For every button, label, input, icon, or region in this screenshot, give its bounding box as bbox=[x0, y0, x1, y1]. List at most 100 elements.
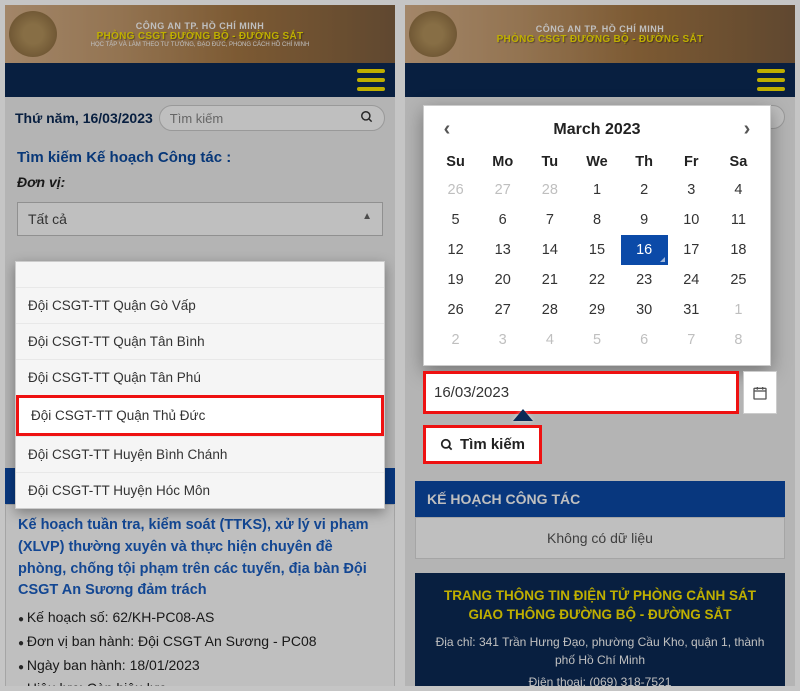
calendar-day[interactable]: 3 bbox=[479, 325, 526, 355]
calendar-day[interactable]: 5 bbox=[432, 205, 479, 235]
calendar-day[interactable]: 31 bbox=[668, 295, 715, 325]
calendar-day[interactable]: 29 bbox=[573, 295, 620, 325]
select-value: Tất cả bbox=[28, 211, 67, 227]
calendar-day[interactable]: 19 bbox=[432, 265, 479, 295]
unit-select[interactable]: Tất cả ▲ bbox=[17, 202, 383, 236]
plan-card: Kế hoạch tuần tra, kiểm soát (TTKS), xử … bbox=[5, 504, 395, 686]
search-submit-button[interactable]: Tìm kiếm bbox=[423, 425, 542, 464]
footer-title-2: GIAO THÔNG ĐƯỜNG BỘ - ĐƯỜNG SẮT bbox=[433, 606, 767, 625]
calendar-day[interactable]: 4 bbox=[526, 325, 573, 355]
plan-date: Ngày ban hành: 18/01/2023 bbox=[18, 654, 382, 678]
panel-header: KẾ HOẠCH CÔNG TÁC bbox=[415, 481, 785, 517]
list-item[interactable]: Đội CSGT-TT Quận Gò Vấp bbox=[16, 287, 384, 323]
banner-dept: PHÒNG CSGT ĐƯỜNG BỘ - ĐƯỜNG SẮT bbox=[91, 31, 310, 42]
calendar-day[interactable]: 2 bbox=[432, 325, 479, 355]
calendar-day[interactable]: 4 bbox=[715, 175, 762, 205]
calendar-day[interactable]: 18 bbox=[715, 235, 762, 265]
list-item[interactable]: Đội CSGT-TT Huyện Bình Chánh bbox=[16, 436, 384, 472]
calendar-dow: Fr bbox=[668, 149, 715, 175]
unit-label: Đơn vị: bbox=[5, 172, 395, 196]
banner: CÔNG AN TP. HỒ CHÍ MINH PHÒNG CSGT ĐƯỜNG… bbox=[5, 5, 395, 63]
calendar-day[interactable]: 1 bbox=[573, 175, 620, 205]
calendar-day[interactable]: 10 bbox=[668, 205, 715, 235]
calendar-dow: Su bbox=[432, 149, 479, 175]
calendar-day[interactable]: 16 bbox=[621, 235, 668, 265]
calendar-day[interactable]: 24 bbox=[668, 265, 715, 295]
calendar-day[interactable]: 7 bbox=[526, 205, 573, 235]
current-date: Thứ năm, 16/03/2023 bbox=[15, 110, 153, 126]
list-item[interactable]: Đội CSGT-TT Quận Thủ Đức bbox=[16, 395, 384, 436]
cursor-pointer-icon bbox=[513, 409, 533, 421]
banner: CÔNG AN TP. HỒ CHÍ MINH PHÒNG CSGT ĐƯỜNG… bbox=[405, 5, 795, 63]
calendar-prev-button[interactable]: ‹ bbox=[436, 118, 458, 141]
calendar-day[interactable]: 5 bbox=[573, 325, 620, 355]
calendar-dow: Sa bbox=[715, 149, 762, 175]
calendar-day[interactable]: 8 bbox=[573, 205, 620, 235]
date-input[interactable]: 16/03/2023 bbox=[423, 371, 739, 414]
calendar-day[interactable]: 22 bbox=[573, 265, 620, 295]
left-pane: CÔNG AN TP. HỒ CHÍ MINH PHÒNG CSGT ĐƯỜNG… bbox=[5, 5, 395, 686]
calendar-day[interactable]: 1 bbox=[715, 295, 762, 325]
banner-org: CÔNG AN TP. HỒ CHÍ MINH bbox=[91, 21, 310, 31]
footer-phone: Điện thoại: (069) 318-7521 bbox=[433, 669, 767, 686]
calendar-day[interactable]: 30 bbox=[621, 295, 668, 325]
search-input[interactable]: Tìm kiếm bbox=[159, 105, 385, 131]
plan-status: Hiệu lực: Còn hiệu lực bbox=[18, 677, 382, 686]
unit-dropdown: Đội CSGT-TT Quận Gò VấpĐội CSGT-TT Quận … bbox=[15, 261, 385, 509]
date-picker: ‹ March 2023 › SuMoTuWeThFrSa26272812345… bbox=[423, 105, 771, 366]
calendar-day[interactable]: 2 bbox=[621, 175, 668, 205]
calendar-dow: Mo bbox=[479, 149, 526, 175]
list-item[interactable]: Đội CSGT-TT Quận Tân Phú bbox=[16, 359, 384, 395]
plan-title[interactable]: Kế hoạch tuần tra, kiểm soát (TTKS), xử … bbox=[18, 515, 382, 602]
calendar-day[interactable]: 27 bbox=[479, 175, 526, 205]
calendar-day[interactable]: 15 bbox=[573, 235, 620, 265]
calendar-day[interactable]: 6 bbox=[621, 325, 668, 355]
calendar-title[interactable]: March 2023 bbox=[458, 121, 736, 139]
menu-icon[interactable] bbox=[357, 69, 385, 91]
section-title: Tìm kiếm Kế hoạch Công tác : bbox=[5, 137, 395, 172]
footer-title-1: TRANG THÔNG TIN ĐIỆN TỬ PHÒNG CẢNH SÁT bbox=[433, 587, 767, 606]
calendar-day[interactable]: 26 bbox=[432, 295, 479, 325]
calendar-day[interactable]: 13 bbox=[479, 235, 526, 265]
calendar-day[interactable]: 28 bbox=[526, 175, 573, 205]
search-icon[interactable] bbox=[360, 110, 374, 127]
chevron-up-icon: ▲ bbox=[362, 211, 372, 227]
banner-org: CÔNG AN TP. HỒ CHÍ MINH bbox=[497, 24, 704, 34]
calendar-day[interactable]: 3 bbox=[668, 175, 715, 205]
calendar-day[interactable]: 8 bbox=[715, 325, 762, 355]
calendar-dow: We bbox=[573, 149, 620, 175]
calendar-day[interactable]: 23 bbox=[621, 265, 668, 295]
calendar-icon[interactable] bbox=[743, 371, 777, 414]
plan-number: Kế hoạch số: 62/KH-PC08-AS bbox=[18, 606, 382, 630]
search-placeholder: Tìm kiếm bbox=[170, 111, 223, 126]
calendar-day[interactable]: 9 bbox=[621, 205, 668, 235]
calendar-day[interactable]: 21 bbox=[526, 265, 573, 295]
menu-icon[interactable] bbox=[757, 69, 785, 91]
navbar bbox=[5, 63, 395, 97]
footer-address: Địa chỉ: 341 Trần Hưng Đạo, phường Cầu K… bbox=[433, 625, 767, 669]
calendar-day[interactable]: 27 bbox=[479, 295, 526, 325]
calendar-day[interactable]: 6 bbox=[479, 205, 526, 235]
navbar bbox=[405, 63, 795, 97]
calendar-day[interactable]: 14 bbox=[526, 235, 573, 265]
calendar-day[interactable]: 20 bbox=[479, 265, 526, 295]
calendar-day[interactable]: 11 bbox=[715, 205, 762, 235]
no-data-message: Không có dữ liệu bbox=[415, 517, 785, 559]
calendar-day[interactable]: 17 bbox=[668, 235, 715, 265]
plan-issuer: Đơn vị ban hành: Đội CSGT An Sương - PC0… bbox=[18, 630, 382, 654]
list-item[interactable] bbox=[16, 262, 384, 287]
footer: TRANG THÔNG TIN ĐIỆN TỬ PHÒNG CẢNH SÁT G… bbox=[415, 573, 785, 686]
search-button-label: Tìm kiếm bbox=[460, 436, 525, 453]
list-item[interactable]: Đội CSGT-TT Huyện Hóc Môn bbox=[16, 472, 384, 508]
calendar-dow: Tu bbox=[526, 149, 573, 175]
calendar-day[interactable]: 7 bbox=[668, 325, 715, 355]
calendar-dow: Th bbox=[621, 149, 668, 175]
calendar-day[interactable]: 12 bbox=[432, 235, 479, 265]
calendar-day[interactable]: 28 bbox=[526, 295, 573, 325]
list-item[interactable]: Đội CSGT-TT Quận Tân Bình bbox=[16, 323, 384, 359]
calendar-day[interactable]: 26 bbox=[432, 175, 479, 205]
banner-dept: PHÒNG CSGT ĐƯỜNG BỘ - ĐƯỜNG SẮT bbox=[497, 34, 704, 45]
banner-slogan: HỌC TẬP VÀ LÀM THEO TƯ TƯỞNG, ĐẠO ĐỨC, P… bbox=[91, 42, 310, 48]
calendar-next-button[interactable]: › bbox=[736, 118, 758, 141]
calendar-day[interactable]: 25 bbox=[715, 265, 762, 295]
